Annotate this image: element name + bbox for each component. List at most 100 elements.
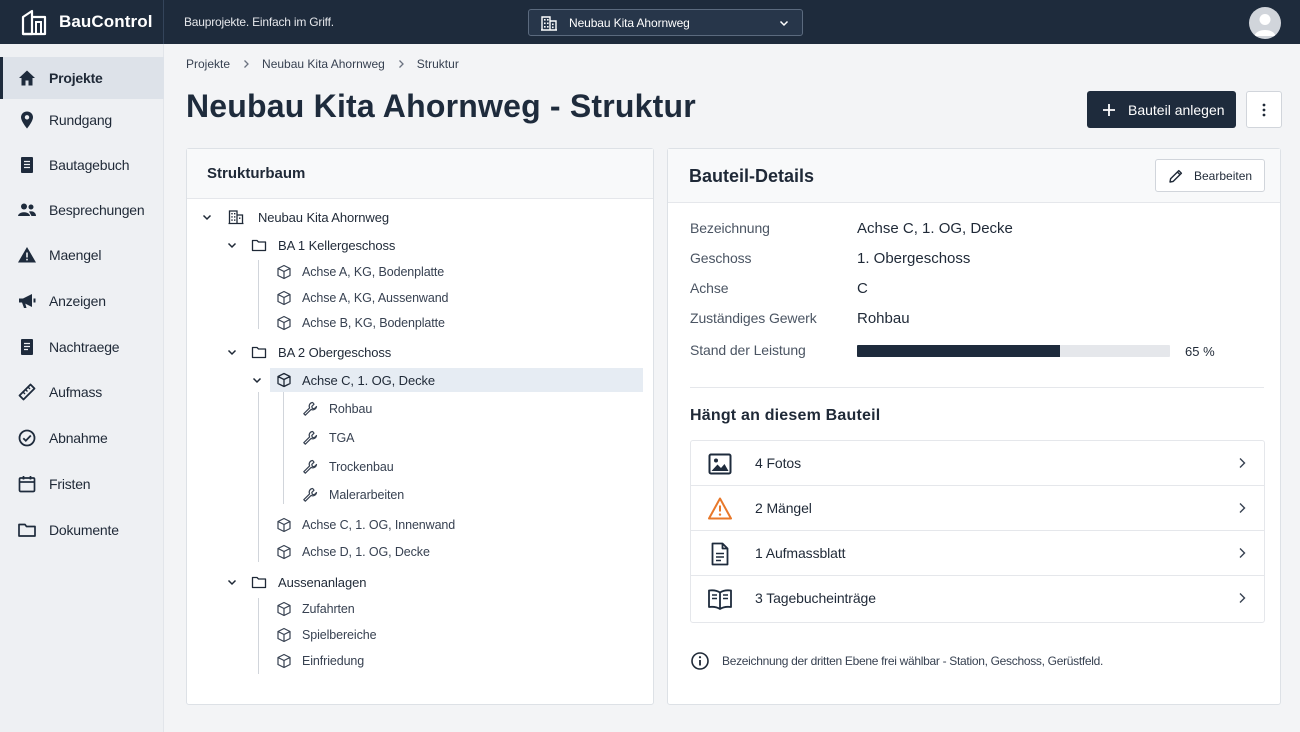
- tree-node-label: Malerarbeiten: [329, 488, 405, 502]
- location-pin-icon: [21, 111, 33, 129]
- tree-node-trade[interactable]: Malerarbeiten: [187, 483, 653, 507]
- attachment-row-maengel[interactable]: 2 Mängel: [691, 486, 1264, 531]
- tree-node-project[interactable]: Neubau Kita Ahornweg: [187, 205, 653, 229]
- user-icon: [1254, 14, 1276, 36]
- sidebar-item-nachtraege[interactable]: Nachtraege: [0, 326, 164, 368]
- breadcrumb-link-project[interactable]: Neubau Kita Ahornweg: [262, 57, 385, 71]
- chevron-down-icon[interactable]: [226, 576, 238, 588]
- sidebar-item-label: Nachtraege: [49, 339, 120, 355]
- folder-icon: [18, 523, 36, 537]
- sidebar-item-abnahme[interactable]: Abnahme: [0, 417, 164, 459]
- document-icon: [21, 339, 33, 355]
- chevron-down-icon[interactable]: [226, 346, 238, 358]
- tree-node-label: BA 2 Obergeschoss: [278, 344, 392, 360]
- sidebar-item-label: Fristen: [49, 476, 91, 492]
- structure-tree-header: Strukturbaum: [187, 149, 653, 199]
- sidebar-item-fristen[interactable]: Fristen: [0, 463, 164, 505]
- tree-node-component[interactable]: Spielbereiche: [187, 623, 653, 647]
- user-avatar[interactable]: [1249, 7, 1281, 39]
- tree-node-component[interactable]: Achse A, KG, Aussenwand: [187, 286, 653, 310]
- sidebar-item-besprechungen[interactable]: Besprechungen: [0, 189, 164, 231]
- project-select[interactable]: Neubau Kita Ahornweg: [528, 9, 803, 36]
- chevron-down-icon[interactable]: [251, 374, 263, 386]
- tree-node-component[interactable]: Zufahrten: [187, 597, 653, 621]
- cube-icon: [277, 653, 291, 669]
- warning-triangle-icon: [708, 497, 732, 520]
- edit-button[interactable]: Bearbeiten: [1155, 159, 1265, 192]
- sidebar-item-dokumente[interactable]: Dokumente: [0, 509, 164, 551]
- breadcrumb: Projekte Neubau Kita Ahornweg Struktur: [186, 57, 459, 71]
- sidebar-item-anzeigen[interactable]: Anzeigen: [0, 280, 164, 322]
- cube-icon: [277, 372, 291, 388]
- tree-node-trade[interactable]: Trockenbau: [187, 455, 653, 479]
- tree-node-component[interactable]: Achse C, 1. OG, Innenwand: [187, 513, 653, 537]
- field-label-geschoss: Geschoss: [690, 250, 752, 266]
- folder-icon: [251, 576, 267, 589]
- progress-bar-fill: [857, 345, 1061, 357]
- sidebar-item-label: Abnahme: [49, 430, 108, 446]
- tree-node-label: Achse C, 1. OG, Innenwand: [302, 518, 456, 532]
- cube-icon: [277, 315, 291, 331]
- folder-icon: [251, 346, 267, 359]
- tree-node-label: BA 1 Kellergeschoss: [278, 237, 396, 253]
- structure-tree-panel: Strukturbaum Neubau Kita Ahornweg BA 1 K…: [186, 148, 654, 705]
- add-component-button[interactable]: Bauteil anlegen: [1087, 91, 1236, 128]
- cube-icon: [277, 264, 291, 280]
- component-details-panel: Bauteil-Details Bearbeiten Bezeichnung A…: [667, 148, 1281, 705]
- wrench-icon: [303, 401, 318, 416]
- tree-node-folder[interactable]: BA 2 Obergeschoss: [187, 340, 653, 364]
- attachment-label: 1 Aufmassblatt: [755, 545, 846, 561]
- tree-node-component[interactable]: Einfriedung: [187, 649, 653, 673]
- sidebar-item-label: Bautagebuch: [49, 157, 130, 173]
- page-title: Neubau Kita Ahornweg - Struktur: [186, 88, 696, 124]
- attachment-row-aufmassblatt[interactable]: 1 Aufmassblatt: [691, 531, 1264, 576]
- field-value-achse: C: [857, 280, 868, 297]
- chevron-down-icon[interactable]: [226, 239, 238, 251]
- wrench-icon: [303, 430, 318, 445]
- tree-node-folder[interactable]: Aussenanlagen: [187, 570, 653, 594]
- chevron-down-icon: [779, 20, 789, 27]
- component-details-title: Bauteil-Details: [689, 166, 815, 186]
- tree-node-trade[interactable]: Rohbau: [187, 397, 653, 421]
- component-details-header: Bauteil-Details Bearbeiten: [668, 149, 1280, 203]
- brand[interactable]: BauControl: [0, 0, 164, 44]
- sidebar-item-aufmass[interactable]: Aufmass: [0, 371, 164, 413]
- sidebar-item-rundgang[interactable]: Rundgang: [0, 99, 164, 141]
- tree-node-folder[interactable]: BA 1 Kellergeschoss: [187, 233, 653, 257]
- attachment-row-fotos[interactable]: 4 Fotos: [691, 441, 1264, 486]
- cube-icon: [277, 290, 291, 306]
- field-value-bezeichnung: Achse C, 1. OG, Decke: [857, 220, 1013, 237]
- sidebar-item-bautagebuch[interactable]: Bautagebuch: [0, 144, 164, 186]
- tree-node-label: Spielbereiche: [302, 628, 377, 642]
- attached-section-title: Hängt an diesem Bauteil: [690, 407, 881, 424]
- tree-node-label: TGA: [329, 431, 355, 445]
- structure-tree-title: Strukturbaum: [207, 165, 306, 182]
- tree-node-component[interactable]: Achse B, KG, Bodenplatte: [187, 311, 653, 335]
- people-icon: [18, 203, 36, 216]
- tree-node-component-selected[interactable]: Achse C, 1. OG, Decke: [252, 368, 643, 392]
- tree-node-label: Zufahrten: [302, 602, 355, 616]
- sidebar-item-label: Rundgang: [49, 112, 113, 128]
- progress-bar: [857, 345, 1170, 357]
- chevron-right-icon: [1239, 458, 1246, 468]
- tree-node-label: Achse A, KG, Bodenplatte: [302, 265, 445, 279]
- sidebar-item-label: Besprechungen: [49, 202, 145, 218]
- field-label-progress: Stand der Leistung: [690, 342, 806, 358]
- tree-node-component[interactable]: Achse A, KG, Bodenplatte: [187, 260, 653, 284]
- tree-node-label: Achse B, KG, Bodenplatte: [302, 316, 445, 330]
- building-icon: [541, 15, 557, 31]
- sidebar-item-projekte[interactable]: Projekte: [0, 57, 164, 99]
- tree-node-component[interactable]: Achse D, 1. OG, Decke: [187, 540, 653, 564]
- sidebar-item-maengel[interactable]: Maengel: [0, 234, 164, 276]
- document-icon: [711, 542, 729, 566]
- chevron-right-icon: [1239, 548, 1246, 558]
- tree-node-label: Achse C, 1. OG, Decke: [302, 372, 436, 388]
- attachment-row-tagebuch[interactable]: 3 Tagebucheinträge: [691, 576, 1264, 621]
- more-vertical-icon: [1262, 103, 1266, 116]
- chevron-right-icon: [398, 60, 404, 68]
- more-options-button[interactable]: [1246, 91, 1282, 128]
- tree-node-trade[interactable]: TGA: [187, 426, 653, 450]
- breadcrumb-current: Struktur: [416, 57, 459, 71]
- chevron-down-icon[interactable]: [201, 211, 213, 223]
- breadcrumb-link-projekte[interactable]: Projekte: [186, 57, 230, 71]
